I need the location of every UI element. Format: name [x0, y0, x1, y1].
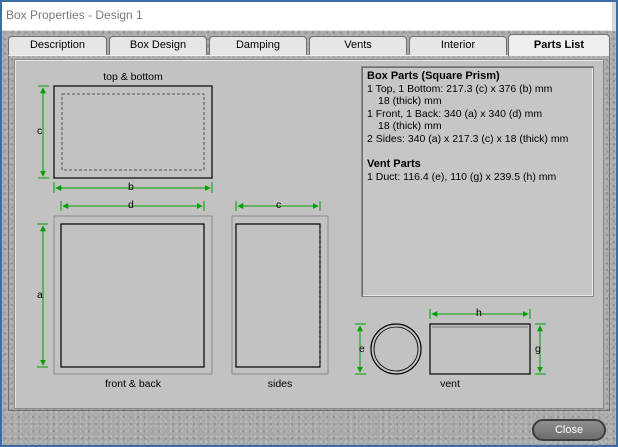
- top-bottom-panel: [53, 85, 213, 179]
- vent-circle: [370, 323, 422, 375]
- vent-parts-heading: Vent Parts: [367, 158, 421, 170]
- dim-label-d: d: [128, 199, 134, 211]
- box-parts-line: 18 (thick) mm: [378, 95, 442, 107]
- dim-label-c-sides: c: [276, 199, 282, 211]
- dim-label-a: a: [37, 289, 43, 301]
- caption-front-back: front & back: [104, 378, 162, 390]
- vent-parts-line: 1 Duct: 116.4 (e), 110 (g) x 239.5 (h) m…: [367, 170, 557, 183]
- box-parts-line: 1 Top, 1 Bottom: 217.3 (c) x 376 (b) mm: [367, 82, 553, 95]
- front-back-panel: [53, 215, 213, 375]
- dim-label-h: h: [476, 307, 482, 319]
- tab-parts-list[interactable]: Parts List: [508, 34, 610, 56]
- dim-label-b: b: [128, 181, 134, 193]
- caption-sides: sides: [267, 378, 293, 390]
- box-parts-line: 2 Sides: 340 (a) x 217.3 (c) x 18 (thick…: [367, 132, 569, 145]
- caption-top-bottom: top & bottom: [103, 71, 163, 83]
- sides-panel: [231, 215, 329, 375]
- dim-label-c-top: c: [37, 125, 43, 137]
- box-parts-heading: Box Parts (Square Prism): [367, 70, 500, 82]
- dim-label-e: e: [359, 343, 365, 355]
- parts-list-textbox[interactable]: Box Parts (Square Prism) 1 Top, 1 Bottom…: [361, 66, 594, 297]
- box-parts-line: 1 Front, 1 Back: 340 (a) x 340 (d) mm: [367, 107, 543, 120]
- dim-label-g: g: [535, 343, 541, 355]
- close-button[interactable]: Close: [532, 419, 606, 441]
- vent-duct: [429, 323, 531, 375]
- box-parts-line: 18 (thick) mm: [378, 120, 442, 132]
- caption-vent: vent: [440, 378, 460, 390]
